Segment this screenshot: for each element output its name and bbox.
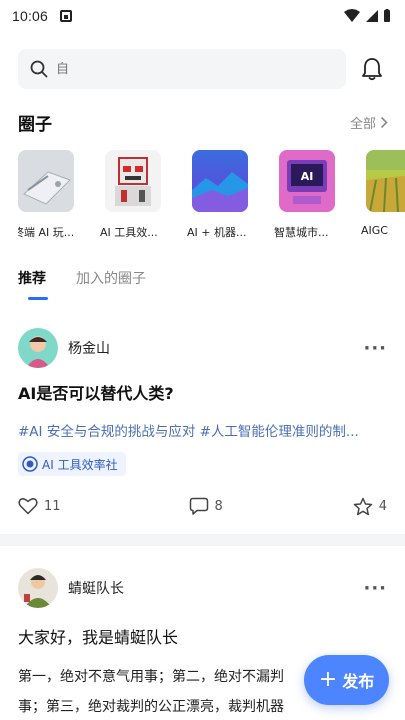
avatar[interactable]	[18, 328, 58, 368]
post-title[interactable]: AI是否可以替代人类?	[0, 380, 405, 404]
svg-text:AI: AI	[301, 170, 314, 183]
device-thumbnail	[18, 150, 74, 212]
see-all-link[interactable]: 全部	[350, 113, 388, 132]
status-bar: 10:06	[0, 0, 405, 32]
author-name[interactable]: 蜻蜓队长	[68, 578, 124, 598]
more-options-button[interactable]: ···	[363, 338, 387, 359]
field-thumbnail	[366, 150, 405, 212]
circle-item[interactable]: AI 工具效...	[100, 150, 161, 250]
circle-badge-icon	[22, 456, 38, 472]
notification-button[interactable]	[357, 54, 387, 84]
post-header: 杨金山 ···	[0, 326, 405, 370]
post-divider	[0, 534, 405, 546]
circle-chip-label: AI 工具效率社	[42, 457, 118, 472]
star-icon	[353, 497, 372, 515]
search-icon	[30, 60, 48, 78]
publish-button[interactable]: + 发布	[304, 655, 389, 705]
bell-icon	[362, 58, 382, 81]
see-all-label: 全部	[349, 117, 376, 132]
circle-chip[interactable]: AI 工具效率社	[18, 452, 126, 476]
plus-icon: +	[318, 667, 338, 692]
post-tags[interactable]: #AI 安全与合规的挑战与应对 #人工智能伦理准则的制...	[0, 420, 405, 440]
heart-icon	[18, 498, 38, 515]
feed-tabs: 推荐 加入的圈子	[18, 268, 146, 300]
circle-item[interactable]: AIGC	[361, 150, 405, 250]
comment-icon	[189, 497, 208, 515]
comment-count: 8	[214, 498, 223, 514]
post-title[interactable]: 大家好，我是蜻蜓队长	[0, 624, 405, 648]
favorite-button[interactable]: 4	[353, 497, 387, 516]
status-icons	[344, 9, 391, 23]
tab-joined-circles[interactable]: 加入的圈子	[76, 268, 146, 300]
wifi-icon	[344, 9, 360, 22]
post-actions: 11 8 4	[0, 494, 405, 518]
status-time: 10:06	[12, 8, 49, 24]
circles-header: 圈子 全部	[18, 110, 388, 135]
search-row	[0, 46, 405, 92]
circle-item[interactable]: 终端 AI 玩...	[18, 150, 74, 250]
battery-icon	[384, 9, 390, 22]
signal-icon	[366, 10, 378, 22]
sim-card-icon	[60, 10, 73, 22]
post-card[interactable]: 杨金山 ··· AI是否可以替代人类? #AI 安全与合规的挑战与应对 #人工智…	[0, 326, 405, 518]
search-input[interactable]	[56, 61, 316, 77]
circle-label: AI 工具效...	[100, 226, 158, 239]
circle-label: 终端 AI 玩...	[18, 226, 75, 239]
circles-title: 圈子	[18, 115, 52, 135]
tab-label: 推荐	[18, 271, 46, 287]
like-button[interactable]: 11	[18, 497, 61, 515]
star-count: 4	[378, 498, 387, 514]
search-box[interactable]	[18, 49, 346, 89]
robot-thumbnail	[105, 150, 161, 212]
avatar[interactable]	[18, 568, 58, 608]
circle-label: AI + 机器...	[187, 226, 247, 239]
circles-carousel: 终端 AI 玩... AI 工具效... AI + 机器... AI 智慧城市.…	[18, 150, 405, 250]
tab-label: 加入的圈子	[76, 271, 146, 287]
post-header: 蜻蜓队长 ···	[0, 566, 405, 610]
circle-item[interactable]: AI 智慧城市...	[274, 150, 335, 250]
circle-item[interactable]: AI + 机器...	[187, 150, 248, 250]
circle-label: 智慧城市...	[274, 226, 329, 239]
tab-recommended[interactable]: 推荐	[18, 268, 48, 300]
chevron-right-icon	[380, 116, 388, 129]
circle-label: AIGC	[361, 224, 388, 237]
like-count: 11	[44, 498, 61, 514]
publish-label: 发布	[342, 672, 375, 691]
tab-active-indicator	[28, 297, 48, 300]
author-name[interactable]: 杨金山	[68, 338, 110, 358]
more-options-button[interactable]: ···	[363, 578, 387, 599]
comment-button[interactable]: 8	[189, 497, 223, 516]
landscape-thumbnail	[192, 150, 248, 212]
ai-monitor-thumbnail: AI	[279, 150, 335, 212]
